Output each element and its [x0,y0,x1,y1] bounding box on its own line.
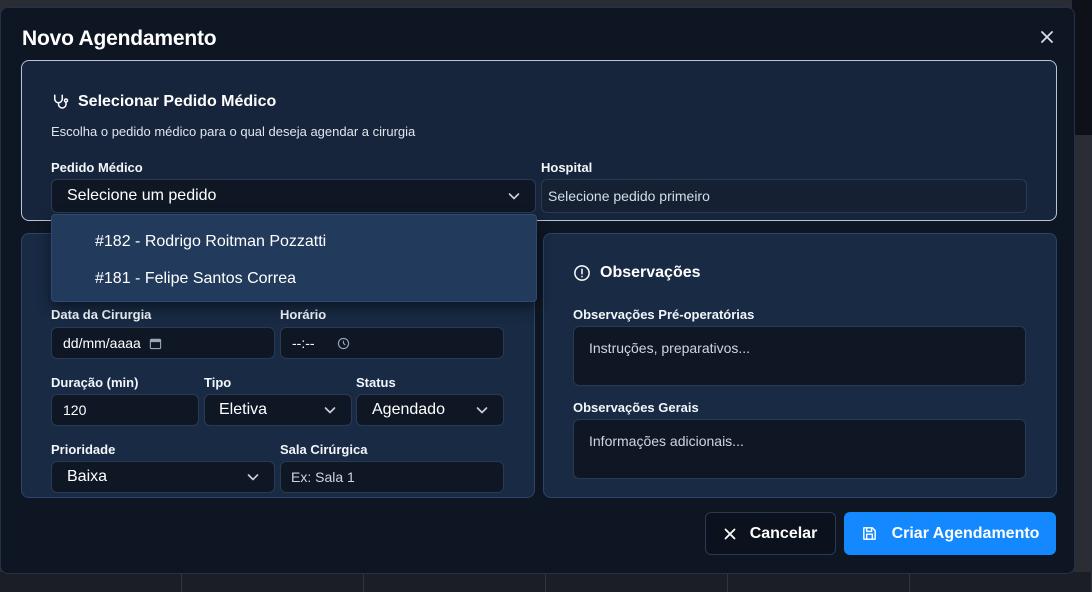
notes-section-title: Observações [600,264,701,281]
dropdown-option[interactable]: #182 - Rodrigo Roitman Pozzatti [52,223,536,260]
save-icon [862,527,876,540]
dropdown-option-label: #181 - Felipe Santos Correa [95,269,296,287]
type-select[interactable]: Eletiva [204,394,352,426]
notes-section-header: Observações [573,264,701,282]
stethoscope-icon [54,94,69,109]
notes-card: Observações Observações Pré-operatórias … [543,233,1057,498]
status-label: Status [356,375,396,390]
type-value: Eletiva [219,401,268,418]
cancel-button-label: Cancelar [749,524,818,542]
duration-value: 120 [63,402,87,418]
hospital-value: Selecione pedido primeiro [548,188,710,204]
dialog-title: Novo Agendamento [22,27,217,50]
pedido-section-title: Selecionar Pedido Médico [78,93,277,110]
surgery-date-input[interactable]: dd/mm/aaaa [51,327,275,359]
type-label: Tipo [204,375,232,390]
chevron-down-icon [476,407,488,414]
room-label: Sala Cirúrgica [280,442,368,457]
create-schedule-button[interactable]: Criar Agendamento [844,512,1056,555]
close-button[interactable] [1036,26,1058,48]
status-value: Agendado [372,401,445,418]
calendar-icon[interactable] [149,337,162,350]
time-label: Horário [280,307,327,322]
cancel-button[interactable]: Cancelar [705,512,836,555]
duration-input[interactable]: 120 [51,394,199,426]
hospital-field: Selecione pedido primeiro [541,179,1027,213]
hospital-label: Hospital [541,160,593,175]
background-panel [1072,0,1092,135]
pedido-dropdown-list: #182 - Rodrigo Roitman Pozzatti #181 - F… [51,214,537,302]
alert-circle-icon [574,265,590,281]
chevron-down-icon [508,193,520,200]
duration-label: Duração (min) [51,375,139,390]
status-select[interactable]: Agendado [356,394,504,426]
general-notes-textarea[interactable]: Informações adicionais... [573,419,1026,479]
chevron-down-icon [247,474,259,481]
general-notes-placeholder: Informações adicionais... [589,433,744,449]
pedido-label: Pedido Médico [51,160,143,175]
time-placeholder: --:-- [292,335,315,351]
time-input[interactable]: --:-- [280,327,504,359]
dropdown-option[interactable]: #181 - Felipe Santos Correa [52,260,536,297]
room-input[interactable]: Ex: Sala 1 [280,461,504,493]
x-icon [724,528,736,539]
pre-op-notes-placeholder: Instruções, preparativos... [589,340,751,356]
pedido-select[interactable]: Selecione um pedido [51,179,536,213]
pedido-section-header: Selecionar Pedido Médico [51,93,276,111]
chevron-down-icon [324,407,336,414]
priority-value: Baixa [67,468,108,485]
background-table [0,572,1092,592]
dropdown-option-label: #182 - Rodrigo Roitman Pozzatti [95,232,327,250]
pedido-section-description: Escolha o pedido médico para o qual dese… [51,124,416,139]
create-schedule-button-label: Criar Agendamento [891,524,1040,542]
room-placeholder: Ex: Sala 1 [291,469,355,485]
pre-op-notes-textarea[interactable]: Instruções, preparativos... [573,326,1026,386]
priority-label: Prioridade [51,442,116,457]
pre-op-notes-label: Observações Pré-operatórias [573,307,755,322]
pedido-card: Selecionar Pedido Médico Escolha o pedid… [21,60,1057,221]
general-notes-label: Observações Gerais [573,400,699,415]
close-icon [1041,31,1053,43]
priority-select[interactable]: Baixa [51,461,275,493]
pedido-select-value: Selecione um pedido [67,187,217,204]
clock-icon[interactable] [337,337,350,350]
surgery-date-placeholder: dd/mm/aaaa [63,335,141,351]
surgery-date-label: Data da Cirurgia [51,307,152,322]
